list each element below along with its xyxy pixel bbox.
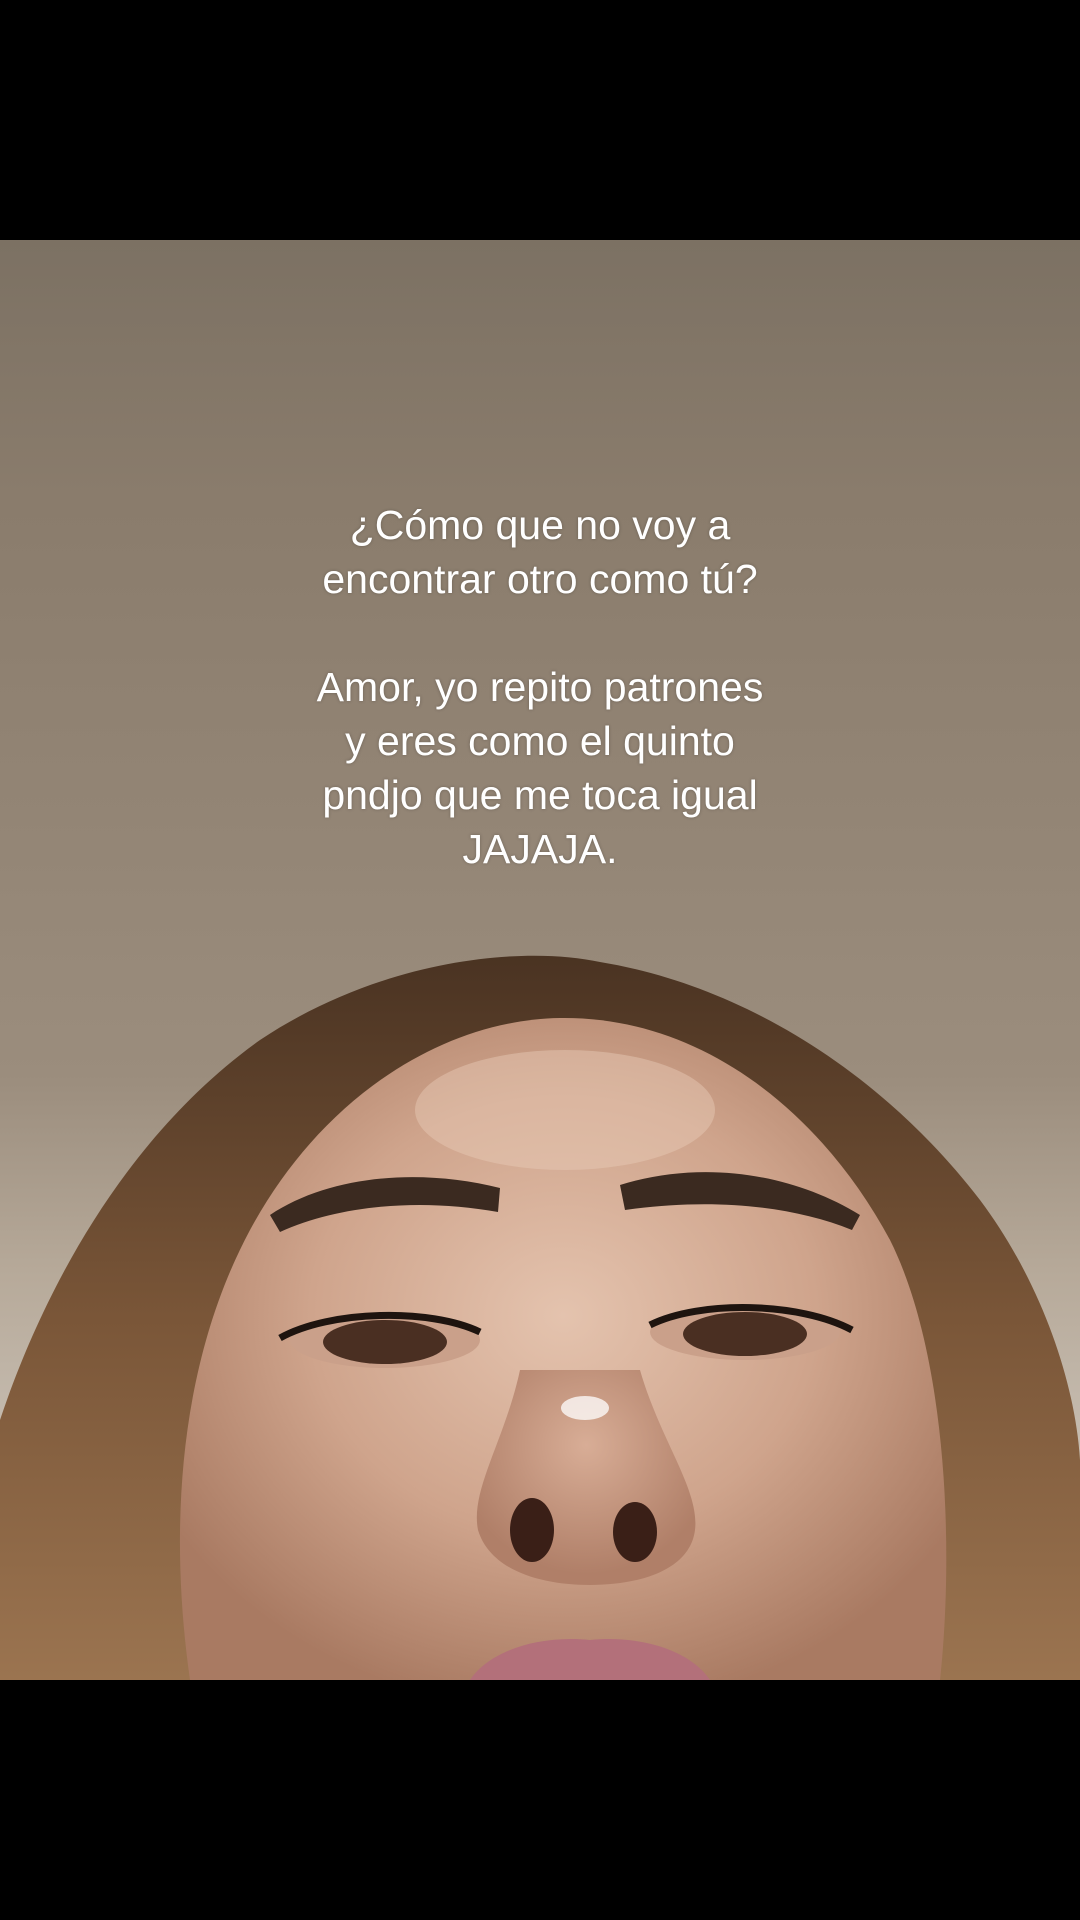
caption-line: y eres como el quinto <box>345 718 735 764</box>
video-screen[interactable]: ¿Cómo que no voy a encontrar otro como t… <box>0 0 1080 1920</box>
left-nostril <box>510 1498 554 1562</box>
caption-overlay: ¿Cómo que no voy a encontrar otro como t… <box>240 498 840 876</box>
caption-line: JAJAJA. <box>462 826 618 872</box>
video-still-image <box>0 955 1080 1680</box>
caption-line: ¿Cómo que no voy a <box>349 502 731 548</box>
video-frame[interactable]: ¿Cómo que no voy a encontrar otro como t… <box>0 240 1080 1680</box>
caption-line: pndjo que me toca igual <box>322 772 758 818</box>
caption-line: encontrar otro como tú? <box>322 556 758 602</box>
right-nostril <box>613 1502 657 1562</box>
caption-line: Amor, yo repito patrones <box>316 664 764 710</box>
